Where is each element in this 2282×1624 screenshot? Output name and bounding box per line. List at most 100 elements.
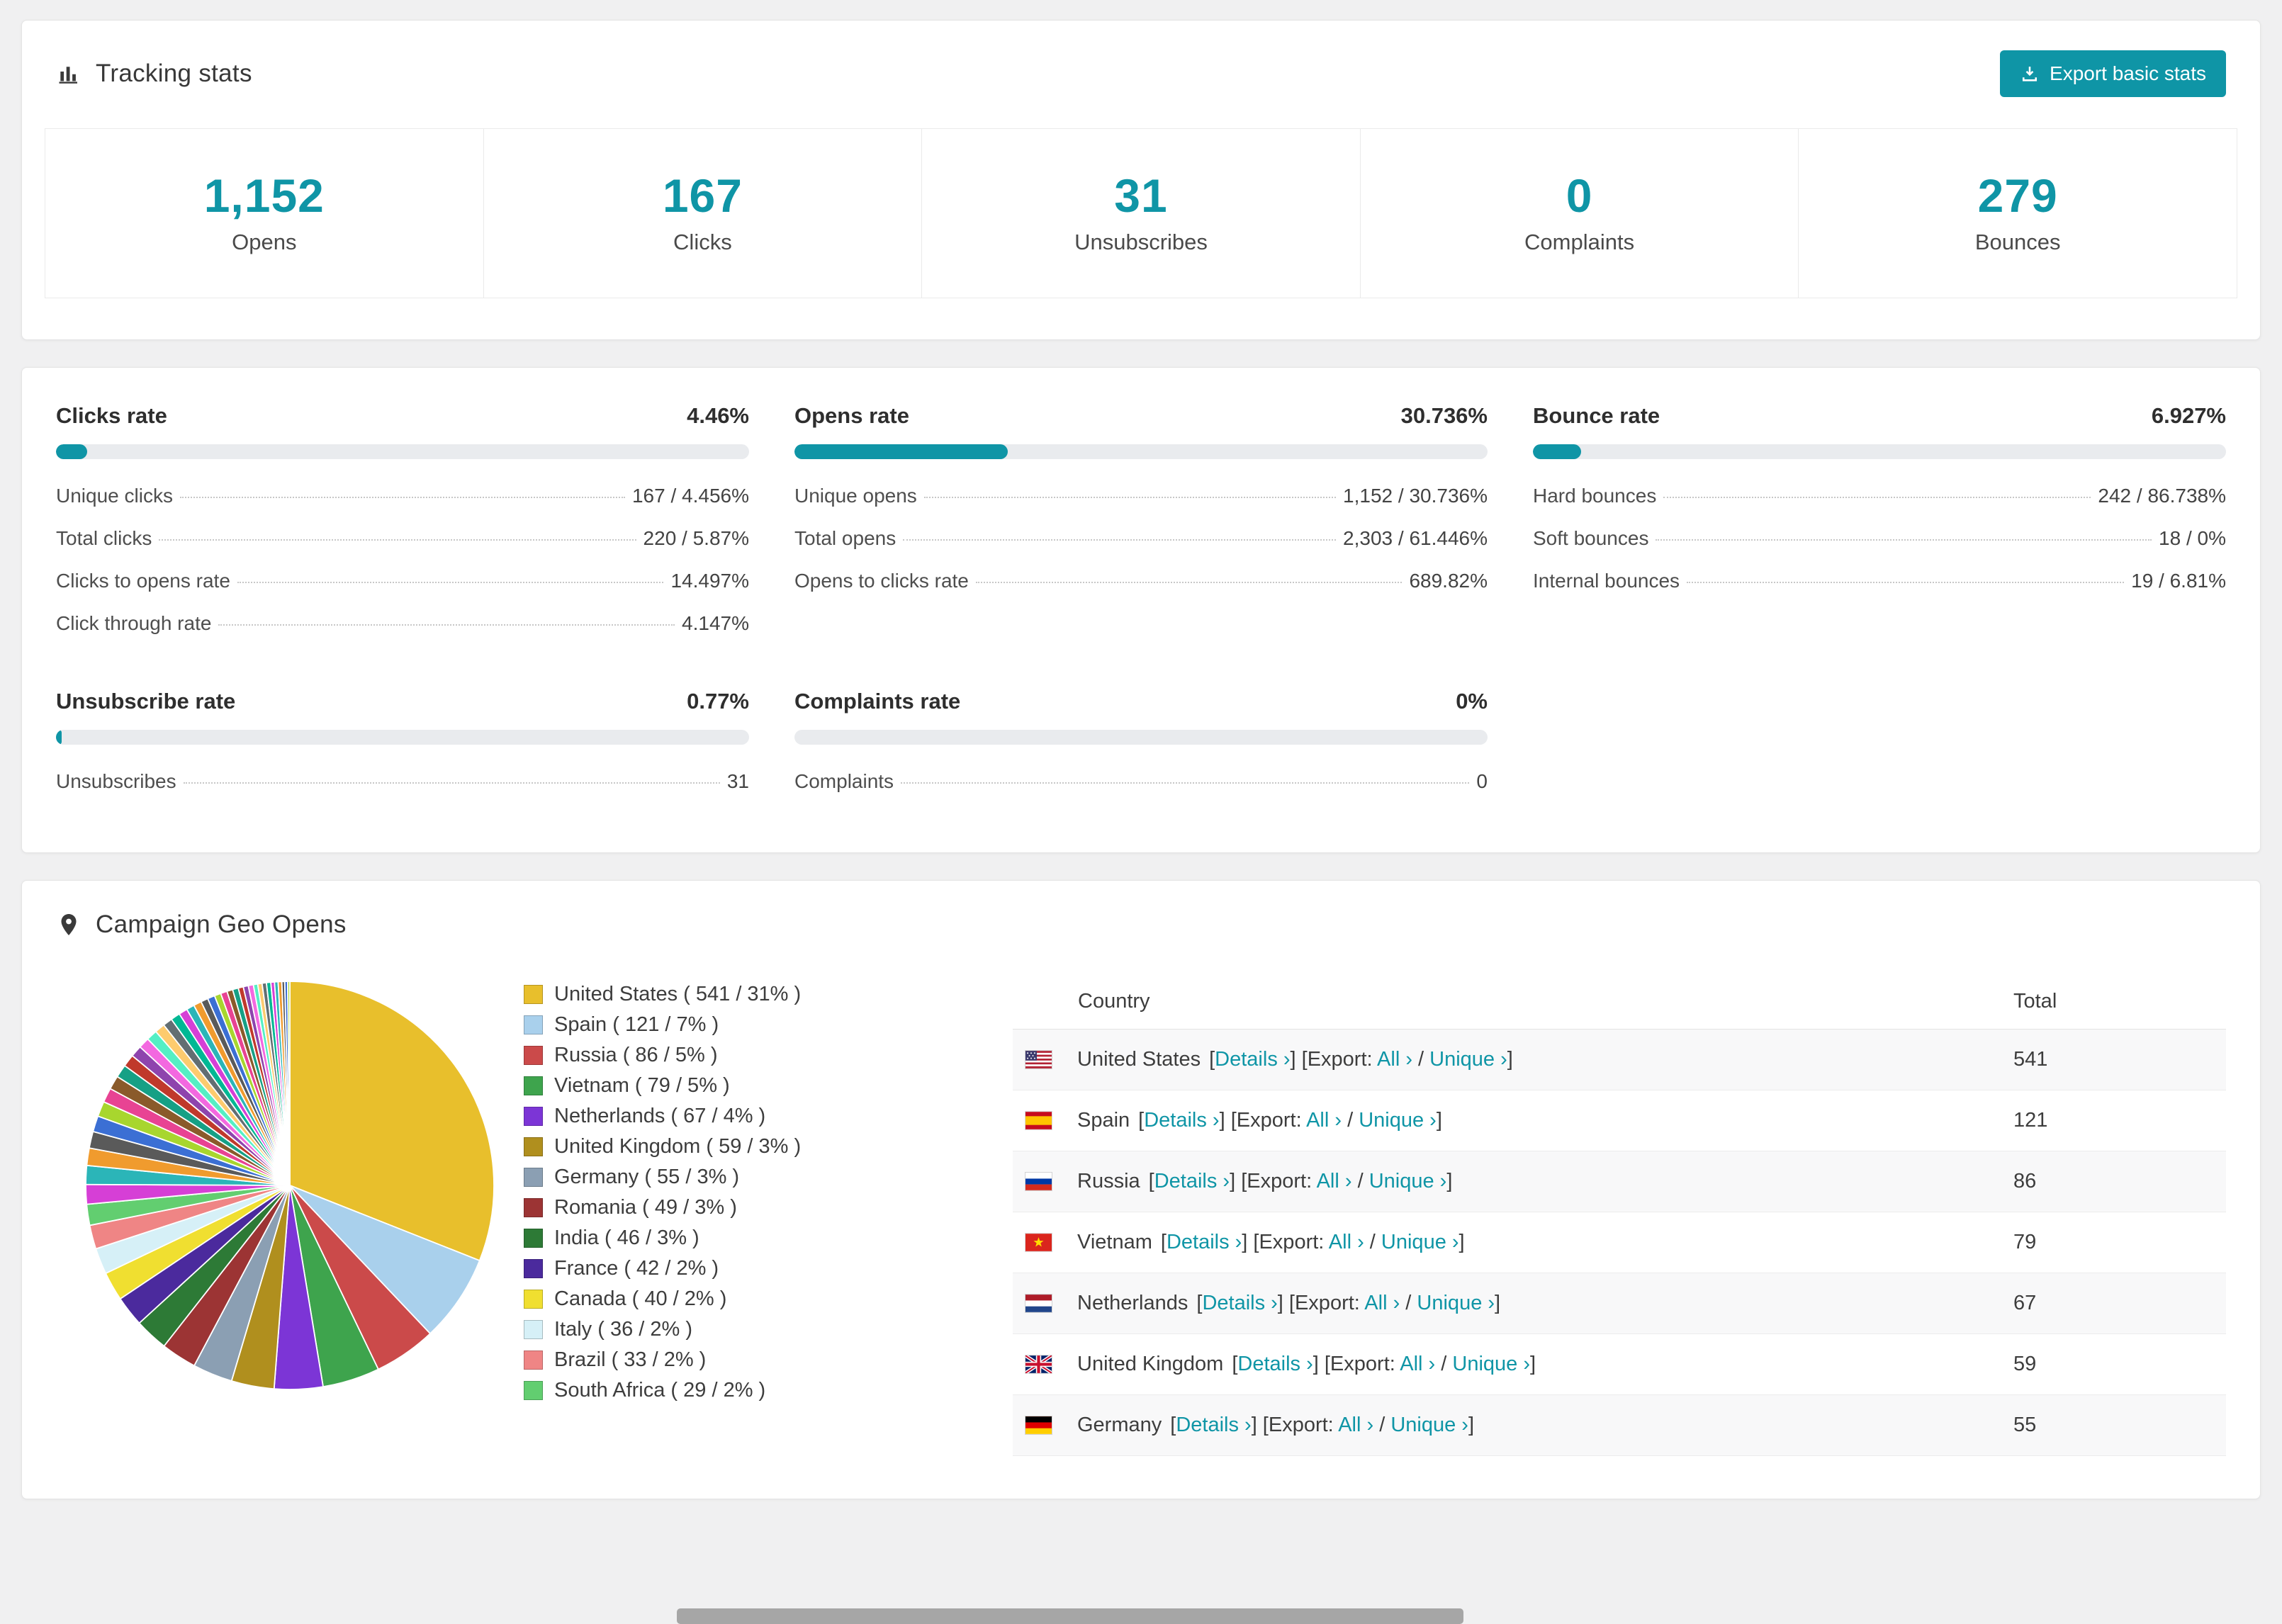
- table-row: United Kingdom [Details ›] [Export: All ›…: [1013, 1333, 2226, 1395]
- dotted-leader: [159, 539, 636, 541]
- country-cell: United States [Details ›] [Export: All › …: [1013, 1029, 2013, 1090]
- rate-detail-row: Clicks to opens rate 14.497%: [56, 560, 749, 602]
- rate-detail-value: 689.82%: [1409, 570, 1488, 592]
- country-cell: United Kingdom [Details ›] [Export: All ›…: [1013, 1333, 2013, 1395]
- geo-table-header-row: Country Total: [1013, 973, 2226, 1030]
- legend-label: Spain ( 121 / 7% ): [554, 1013, 719, 1036]
- legend-label: Netherlands ( 67 / 4% ): [554, 1105, 766, 1127]
- export-basic-stats-button[interactable]: Export basic stats: [2000, 50, 2226, 97]
- rate-detail-value: 4.147%: [682, 612, 749, 634]
- rate-block: Bounce rate 6.927% Hard bounces 242 / 86…: [1533, 403, 2226, 645]
- legend-swatch: [524, 1015, 543, 1034]
- export-all-link[interactable]: All ›: [1338, 1414, 1373, 1436]
- legend-swatch: [524, 1259, 543, 1278]
- rate-progress-fill: [1533, 444, 1581, 459]
- stats-strip: 1,152 Opens 167 Clicks 31 Unsubscribes 0…: [45, 128, 2237, 298]
- rate-detail-label: Unique opens: [794, 485, 917, 507]
- export-basic-stats-label: Export basic stats: [2050, 62, 2206, 84]
- export-label: ] [Export:: [1251, 1414, 1339, 1436]
- geo-opens-title-text: Campaign Geo Opens: [96, 910, 347, 938]
- export-all-link[interactable]: All ›: [1364, 1292, 1400, 1314]
- country-name: United Kingdom: [1077, 1353, 1224, 1375]
- rate-detail-value: 0: [1476, 770, 1488, 792]
- legend-label: Vietnam ( 79 / 5% ): [554, 1074, 730, 1097]
- rate-title: Clicks rate: [56, 403, 167, 428]
- total-column-header: Total: [2013, 973, 2226, 1030]
- export-unique-link[interactable]: Unique ›: [1390, 1414, 1468, 1436]
- country-total: 79: [2013, 1212, 2226, 1273]
- dotted-leader: [1656, 539, 2152, 541]
- stat-value: 1,152: [203, 169, 325, 222]
- legend-item: Italy ( 36 / 2% ): [524, 1318, 963, 1341]
- details-link[interactable]: Details ›: [1144, 1109, 1219, 1132]
- bracket-open: [: [1160, 1231, 1167, 1253]
- rate-detail-value: 2,303 / 61.446%: [1343, 527, 1488, 549]
- geo-opens-title: Campaign Geo Opens: [56, 910, 347, 939]
- tracking-stats-title: Tracking stats: [56, 60, 252, 88]
- country-name: Spain: [1077, 1109, 1130, 1132]
- legend-item: United Kingdom ( 59 / 3% ): [524, 1135, 963, 1158]
- legend-label: Russia ( 86 / 5% ): [554, 1044, 718, 1066]
- dotted-leader: [237, 582, 664, 583]
- dotted-leader: [923, 497, 1337, 498]
- stat-box: 279 Bounces: [1798, 128, 2237, 298]
- details-link[interactable]: Details ›: [1176, 1414, 1251, 1436]
- link-separator: /: [1435, 1353, 1453, 1375]
- rate-detail-row: Click through rate 4.147%: [56, 602, 749, 645]
- export-unique-link[interactable]: Unique ›: [1369, 1170, 1447, 1192]
- legend-swatch: [524, 1198, 543, 1217]
- rate-detail-row: Unsubscribes 31: [56, 760, 749, 803]
- rate-value: 0%: [1456, 689, 1488, 714]
- legend-label: Germany ( 55 / 3% ): [554, 1166, 740, 1188]
- bracket-close: ]: [1446, 1170, 1453, 1192]
- legend-item: Netherlands ( 67 / 4% ): [524, 1105, 963, 1128]
- details-link[interactable]: Details ›: [1215, 1048, 1290, 1071]
- rate-value: 30.736%: [1400, 403, 1488, 428]
- export-label: ] [Export:: [1219, 1109, 1307, 1132]
- rate-detail-label: Hard bounces: [1533, 485, 1657, 507]
- rate-detail-rows: Unsubscribes 31: [56, 760, 749, 803]
- export-label: ] [Export:: [1230, 1170, 1317, 1192]
- export-all-link[interactable]: All ›: [1329, 1231, 1364, 1253]
- legend-swatch: [524, 1381, 543, 1400]
- bar-chart-icon: [59, 67, 77, 84]
- details-link[interactable]: Details ›: [1237, 1353, 1313, 1375]
- export-all-link[interactable]: All ›: [1400, 1353, 1435, 1375]
- details-link[interactable]: Details ›: [1202, 1292, 1277, 1314]
- export-all-link[interactable]: All ›: [1306, 1109, 1342, 1132]
- horizontal-scrollbar-thumb[interactable]: [677, 1608, 1463, 1624]
- table-row: United States [Details ›] [Export: All › …: [1013, 1029, 2226, 1090]
- table-row: Russia [Details ›] [Export: All › / Uniqu…: [1013, 1151, 2226, 1212]
- table-row: Vietnam [Details ›] [Export: All › / Uniq…: [1013, 1212, 2226, 1273]
- export-label: ] [Export:: [1277, 1292, 1365, 1314]
- legend-label: Canada ( 40 / 2% ): [554, 1287, 727, 1310]
- country-column-header: Country: [1013, 973, 2013, 1030]
- flag-nl-icon: [1025, 1295, 1052, 1312]
- stat-label: Complaints: [1524, 230, 1635, 254]
- rate-progress-bar: [1533, 444, 2226, 459]
- details-link[interactable]: Details ›: [1167, 1231, 1242, 1253]
- export-unique-link[interactable]: Unique ›: [1452, 1353, 1530, 1375]
- rate-detail-label: Unique clicks: [56, 485, 173, 507]
- export-unique-link[interactable]: Unique ›: [1417, 1292, 1495, 1314]
- rate-detail-label: Unsubscribes: [56, 770, 176, 792]
- rate-title: Complaints rate: [794, 689, 961, 714]
- legend-label: Brazil ( 33 / 2% ): [554, 1348, 707, 1371]
- legend-item: Russia ( 86 / 5% ): [524, 1044, 963, 1067]
- legend-swatch: [524, 1290, 543, 1309]
- flag-es-icon: [1025, 1112, 1052, 1129]
- export-all-link[interactable]: All ›: [1377, 1048, 1412, 1071]
- export-unique-link[interactable]: Unique ›: [1359, 1109, 1437, 1132]
- export-all-link[interactable]: All ›: [1317, 1170, 1352, 1192]
- details-link[interactable]: Details ›: [1154, 1170, 1230, 1192]
- dotted-leader: [1687, 582, 2125, 583]
- bracket-open: [: [1148, 1170, 1154, 1192]
- export-unique-link[interactable]: Unique ›: [1429, 1048, 1507, 1071]
- rate-detail-value: 242 / 86.738%: [2098, 485, 2226, 507]
- export-unique-link[interactable]: Unique ›: [1381, 1231, 1459, 1253]
- rate-block: Unsubscribe rate 0.77% Unsubscribes 31: [56, 689, 749, 803]
- legend-swatch: [524, 1076, 543, 1095]
- rate-detail-label: Internal bounces: [1533, 570, 1680, 592]
- rate-detail-label: Total clicks: [56, 527, 152, 549]
- rate-title: Bounce rate: [1533, 403, 1660, 428]
